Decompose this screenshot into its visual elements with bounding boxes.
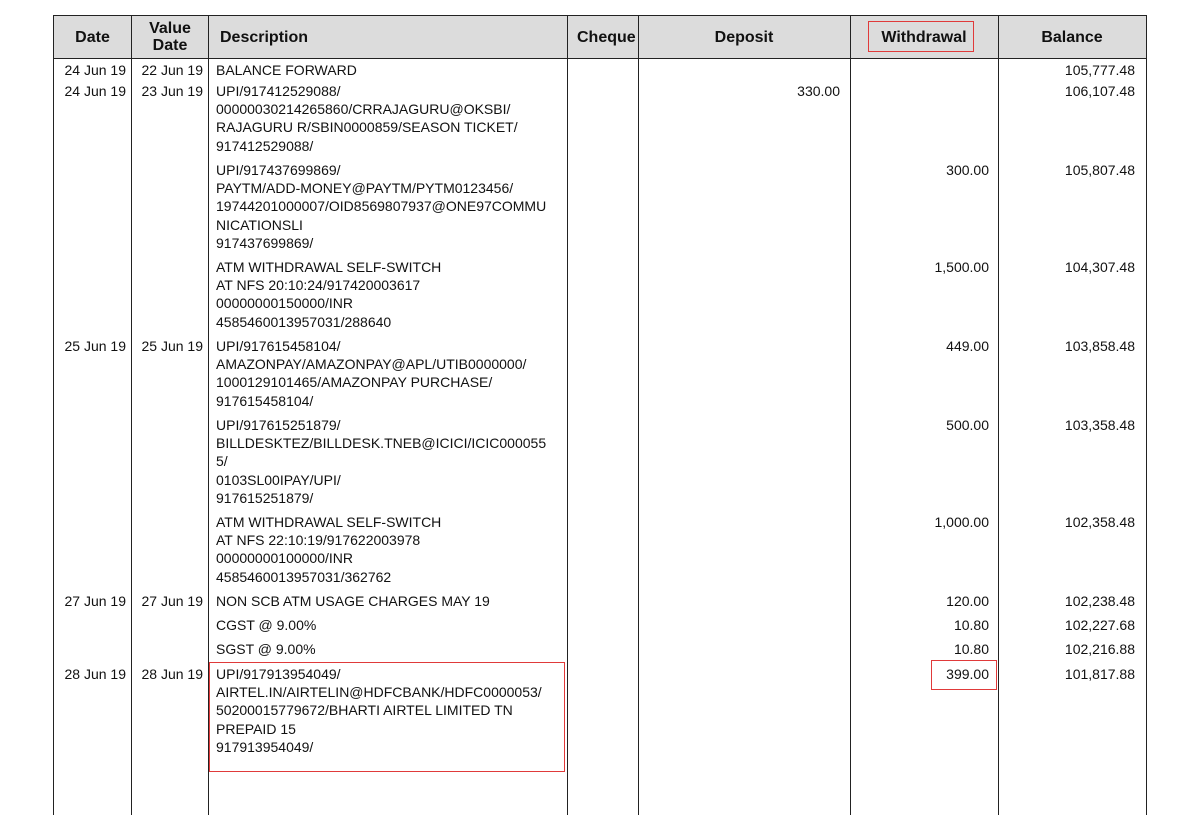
row-balance: 105,777.48 [1064, 62, 1135, 78]
row-description-line: 4585460013957031/288640 [216, 313, 392, 330]
row-description-line: 00000000100000/INR [216, 550, 354, 567]
column-divider [998, 15, 999, 815]
row-description-line: 917412529088/ [216, 137, 314, 154]
header-value-date: Value Date [149, 20, 191, 54]
row-description-line: UPI/917615458104/ [216, 338, 341, 354]
row-description-line: 917437699869/ [216, 234, 314, 251]
row-balance: 104,307.48 [1064, 259, 1135, 275]
row-description-line: 19744201000007/OID8569807937@ONE97COMMU [216, 198, 547, 215]
row-withdrawal: 120.00 [946, 593, 989, 609]
column-divider [131, 15, 132, 815]
row-description-line: ATM WITHDRAWAL SELF-SWITCH [216, 259, 442, 275]
row-balance: 102,216.88 [1064, 641, 1135, 657]
row-balance: 102,227.68 [1064, 617, 1135, 633]
row-balance: 103,858.48 [1064, 338, 1135, 354]
row-description-line: NON SCB ATM USAGE CHARGES MAY 19 [216, 593, 490, 609]
row-value-date: 27 Jun 19 [141, 593, 204, 609]
row-description-line: BILLDESKTEZ/BILLDESK.TNEB@ICICI/ICIC0000… [216, 435, 547, 452]
row-description-line: AT NFS 22:10:19/917622003978 [216, 532, 421, 549]
row-balance: 102,358.48 [1064, 514, 1135, 530]
row-description-line: 4585460013957031/362762 [216, 568, 392, 585]
row-description-line: UPI/917412529088/ [216, 83, 341, 99]
row-withdrawal: 10.80 [953, 617, 989, 633]
row-description-line: AT NFS 20:10:24/917420003617 [216, 277, 421, 294]
row-description-line: NICATIONSLI [216, 216, 303, 233]
row-date: 24 Jun 19 [64, 83, 127, 99]
row-date: 28 Jun 19 [64, 666, 127, 682]
row-date: 25 Jun 19 [64, 338, 127, 354]
row-balance: 102,238.48 [1064, 593, 1135, 609]
row-withdrawal: 500.00 [946, 417, 989, 433]
table-header: Date Value Date Description Cheque Depos… [54, 15, 1146, 59]
withdrawal-amount-highlight [931, 660, 997, 690]
row-description-line: CGST @ 9.00% [216, 617, 317, 633]
row-date: 27 Jun 19 [64, 593, 127, 609]
row-value-date: 23 Jun 19 [141, 83, 204, 99]
row-balance: 101,817.88 [1064, 666, 1135, 682]
column-divider [850, 15, 851, 815]
row-withdrawal: 10.80 [953, 641, 989, 657]
row-description-line: 00000000150000/INR [216, 295, 354, 312]
row-date: 24 Jun 19 [64, 62, 127, 78]
row-description-line: PAYTM/ADD-MONEY@PAYTM/PYTM0123456/ [216, 180, 514, 197]
row-value-date: 28 Jun 19 [141, 666, 204, 682]
row-value-date: 22 Jun 19 [141, 62, 204, 78]
row-withdrawal: 300.00 [946, 162, 989, 178]
header-deposit: Deposit [714, 28, 774, 46]
row-description-line: 1000129101465/AMAZONPAY PURCHASE/ [216, 374, 493, 391]
row-deposit: 330.00 [797, 83, 840, 99]
row-withdrawal: 1,500.00 [934, 259, 990, 275]
withdrawal-header-highlight [868, 21, 974, 52]
header-date: Date [75, 28, 110, 46]
row-value-date: 25 Jun 19 [141, 338, 204, 354]
description-highlight [209, 662, 565, 772]
row-description-line: RAJAGURU R/SBIN0000859/SEASON TICKET/ [216, 119, 518, 136]
row-description-line: 00000030214265860/CRRAJAGURU@OKSBI/ [216, 101, 511, 118]
row-withdrawal: 1,000.00 [934, 514, 990, 530]
row-description-line: UPI/917437699869/ [216, 162, 341, 178]
row-description-line: BALANCE FORWARD [216, 62, 357, 78]
row-description-line: SGST @ 9.00% [216, 641, 316, 657]
column-divider [638, 15, 639, 815]
row-description-line: UPI/917615251879/ [216, 417, 341, 433]
row-description-line: ATM WITHDRAWAL SELF-SWITCH [216, 514, 442, 530]
row-description-line: AMAZONPAY/AMAZONPAY@APL/UTIB0000000/ [216, 356, 527, 373]
header-description: Description [220, 28, 309, 46]
row-description-line: 917615251879/ [216, 489, 314, 506]
row-balance: 103,358.48 [1064, 417, 1135, 433]
row-description-line: 5/ [216, 453, 228, 470]
row-description-line: 0103SL00IPAY/UPI/ [216, 471, 341, 488]
header-balance: Balance [1041, 28, 1103, 46]
row-balance: 105,807.48 [1064, 162, 1135, 178]
column-divider [567, 15, 568, 815]
row-balance: 106,107.48 [1064, 83, 1135, 99]
row-withdrawal: 449.00 [946, 338, 989, 354]
row-description-line: 917615458104/ [216, 392, 314, 409]
